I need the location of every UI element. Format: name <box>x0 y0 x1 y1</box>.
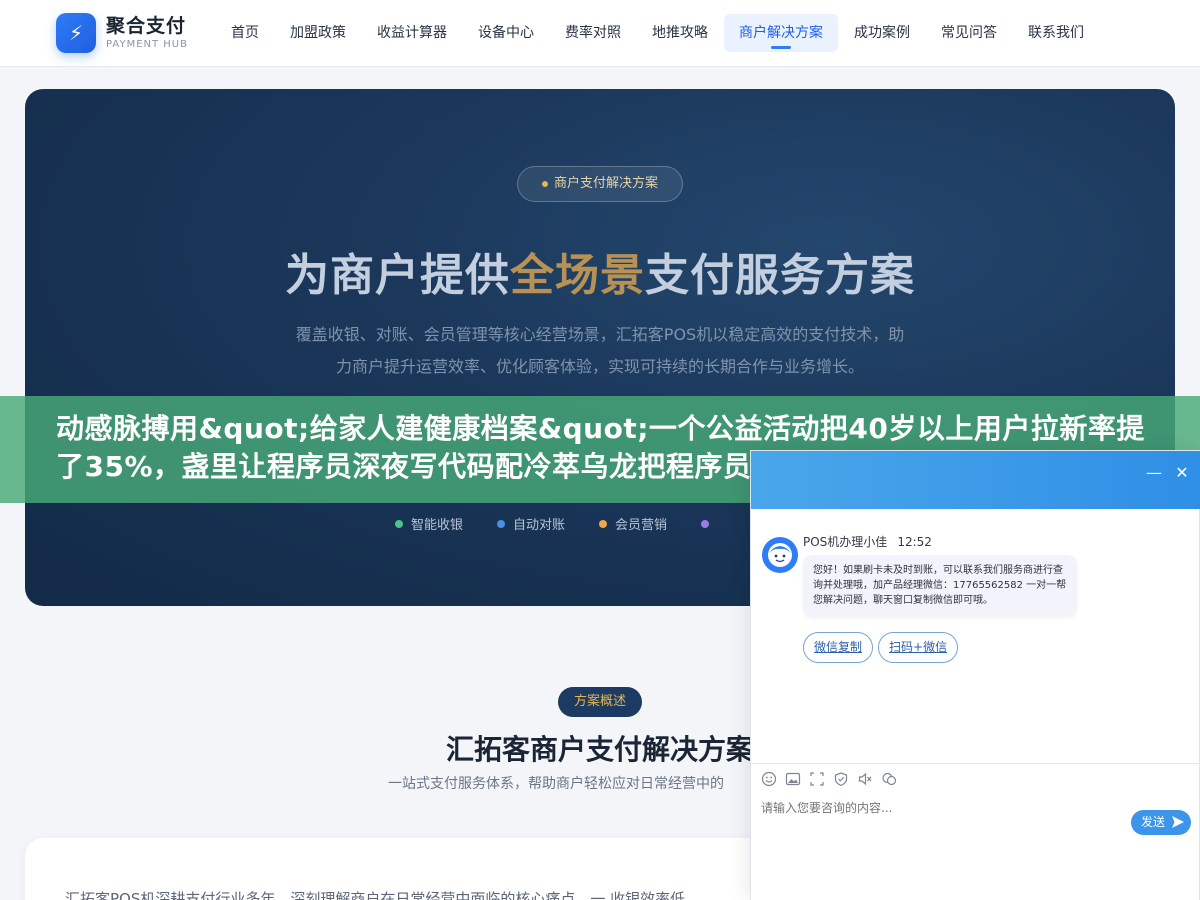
chat-quick-actions: 微信复制 扫码+微信 <box>803 632 963 663</box>
chat-divider <box>751 763 1200 764</box>
chat-message-bubble: 您好！如果刷卡未及时到账，可以联系我们服务商进行查询并处理哦，加产品经理微信：1… <box>803 555 1077 616</box>
hero-badge-label: 商户支付解决方案 <box>553 176 658 191</box>
site-header: ⚡ 聚合支付 PAYMENT HUB 首页 加盟政策 收益计算器 设备中心 费率… <box>0 0 1200 67</box>
tag-dot-icon <box>497 519 506 528</box>
chat-message-input[interactable] <box>761 801 1121 815</box>
nav-item-contact[interactable]: 联系我们 <box>1013 14 1099 52</box>
chat-agent-line: POS机办理小佳 12:52 <box>803 533 932 550</box>
copy-wechat-button[interactable]: 微信复制 <box>803 632 874 663</box>
send-label: 发送 <box>1141 815 1166 829</box>
hero-title-highlight: 全场景 <box>510 250 645 301</box>
logo-subtitle: PAYMENT HUB <box>106 38 188 50</box>
nav-item-faq[interactable]: 常见问答 <box>926 14 1012 52</box>
tag-dot-icon <box>599 519 608 528</box>
agent-face-icon <box>768 543 792 567</box>
agent-avatar <box>762 537 798 573</box>
section-subtitle: 一站式支付服务体系，帮助商户轻松应对日常经营中的 <box>388 776 724 792</box>
nav-item-rate-comparison[interactable]: 费率对照 <box>550 14 636 52</box>
feature-tag: 会员营销 <box>599 514 667 533</box>
section-title: 汇拓客商户支付解决方案 <box>446 733 755 766</box>
section-pill: 方案概述 <box>558 687 642 717</box>
nav-item-income-calculator[interactable]: 收益计算器 <box>362 14 462 52</box>
hero-title: 为商户提供全场景支付服务方案 <box>25 239 1175 303</box>
image-icon[interactable] <box>785 771 801 787</box>
send-arrow-icon <box>1172 816 1184 828</box>
site-logo[interactable]: ⚡ 聚合支付 PAYMENT HUB <box>56 13 188 53</box>
nav-item-merchant-solutions[interactable]: 商户解决方案 <box>724 14 838 52</box>
chat-header: — ✕ <box>751 451 1200 509</box>
history-icon[interactable] <box>881 771 897 787</box>
nav-item-device-center[interactable]: 设备中心 <box>463 14 549 52</box>
main-nav: 首页 加盟政策 收益计算器 设备中心 费率对照 地推攻略 商户解决方案 成功案例… <box>216 14 1100 52</box>
emoji-icon[interactable] <box>761 771 777 787</box>
hero-badge: 商户支付解决方案 <box>517 166 683 202</box>
logo-title: 聚合支付 <box>106 14 187 37</box>
nav-item-success-cases[interactable]: 成功案例 <box>839 14 925 52</box>
chat-widget: — ✕ POS机办理小佳 12:52 您好！如果刷卡未及时到账，可以联系我们服务商… <box>750 450 1200 900</box>
agent-name: POS机办理小佳 <box>803 535 888 549</box>
feature-tag <box>701 514 717 533</box>
chat-toolbar <box>761 771 905 787</box>
screenshot-icon[interactable] <box>809 771 825 787</box>
rating-icon[interactable] <box>833 771 849 787</box>
scan-wechat-button[interactable]: 扫码+微信 <box>878 632 959 663</box>
hero-title-post: 支付服务方案 <box>645 250 915 301</box>
tag-dot-icon <box>395 519 403 528</box>
nav-item-promotion-guide[interactable]: 地推攻略 <box>637 14 723 52</box>
send-button[interactable]: 发送 <box>1131 810 1191 835</box>
close-button[interactable]: ✕ <box>1171 463 1193 485</box>
lightning-icon: ⚡ <box>56 13 96 53</box>
nav-item-home[interactable]: 首页 <box>216 14 274 52</box>
minimize-button[interactable]: — <box>1143 463 1165 485</box>
feature-tag: 智能收银 <box>395 514 463 533</box>
badge-dot-icon <box>541 180 548 187</box>
hero-feature-tags: 智能收银 自动对账 会员营销 <box>395 514 751 533</box>
feature-tag: 自动对账 <box>497 514 565 533</box>
overview-text: 汇拓客POS机深耕支付行业多年，深刻理解商户在日常经营中面临的核心痛点，一 收银… <box>65 890 686 900</box>
hero-title-pre: 为商户提供 <box>285 250 510 301</box>
message-time: 12:52 <box>897 535 932 549</box>
nav-item-franchise-policy[interactable]: 加盟政策 <box>275 14 361 52</box>
tag-dot-icon <box>701 519 710 528</box>
mute-icon[interactable] <box>857 771 873 787</box>
hero-description: 覆盖收银、对账、会员管理等核心经营场景，汇拓客POS机以稳定高效的支付技术，助力… <box>295 325 905 376</box>
